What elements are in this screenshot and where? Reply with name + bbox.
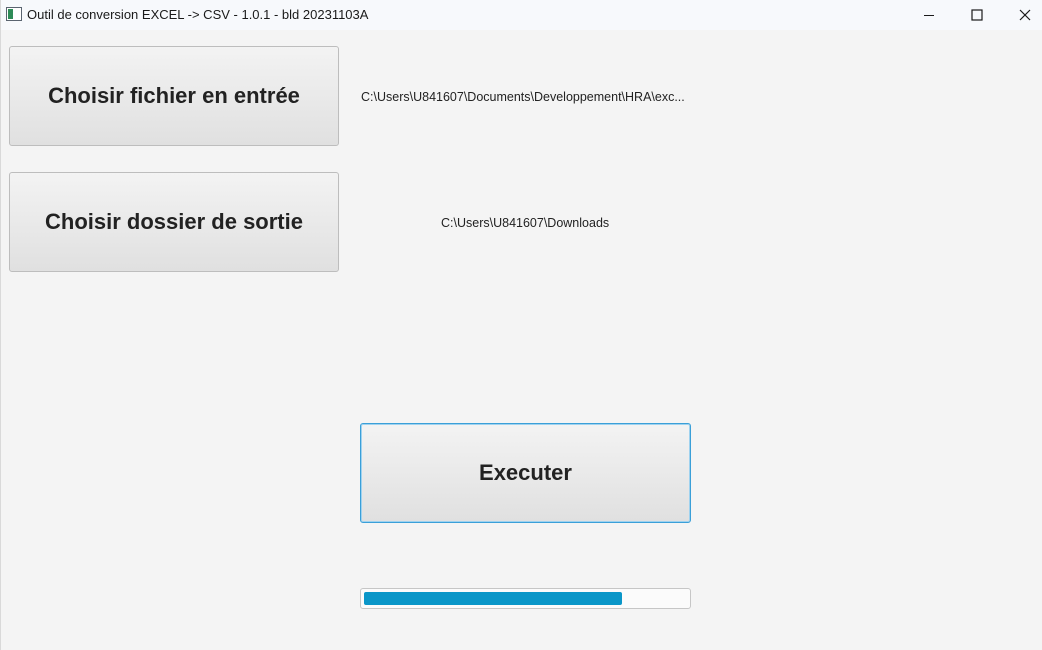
window-title: Outil de conversion EXCEL -> CSV - 1.0.1…	[27, 7, 369, 22]
input-file-path: C:\Users\U841607\Documents\Developpement…	[361, 90, 685, 104]
maximize-icon	[971, 9, 983, 21]
minimize-icon	[924, 15, 934, 16]
close-button[interactable]	[1002, 0, 1042, 30]
app-window: Outil de conversion EXCEL -> CSV - 1.0.1…	[0, 0, 1042, 650]
execute-button[interactable]: Executer	[360, 423, 691, 523]
minimize-button[interactable]	[906, 0, 952, 30]
choose-output-folder-label: Choisir dossier de sortie	[45, 209, 303, 234]
title-bar[interactable]: Outil de conversion EXCEL -> CSV - 1.0.1…	[1, 0, 1042, 30]
progress-bar	[360, 588, 691, 609]
close-icon	[1019, 9, 1031, 21]
progress-fill	[364, 592, 623, 605]
execute-label: Executer	[479, 460, 572, 485]
choose-input-file-label: Choisir fichier en entrée	[48, 83, 300, 108]
choose-input-file-button[interactable]: Choisir fichier en entrée	[9, 46, 339, 146]
output-folder-path: C:\Users\U841607\Downloads	[441, 216, 610, 230]
choose-output-folder-button[interactable]: Choisir dossier de sortie	[9, 172, 339, 272]
maximize-button[interactable]	[954, 0, 1000, 30]
app-icon	[6, 7, 22, 21]
